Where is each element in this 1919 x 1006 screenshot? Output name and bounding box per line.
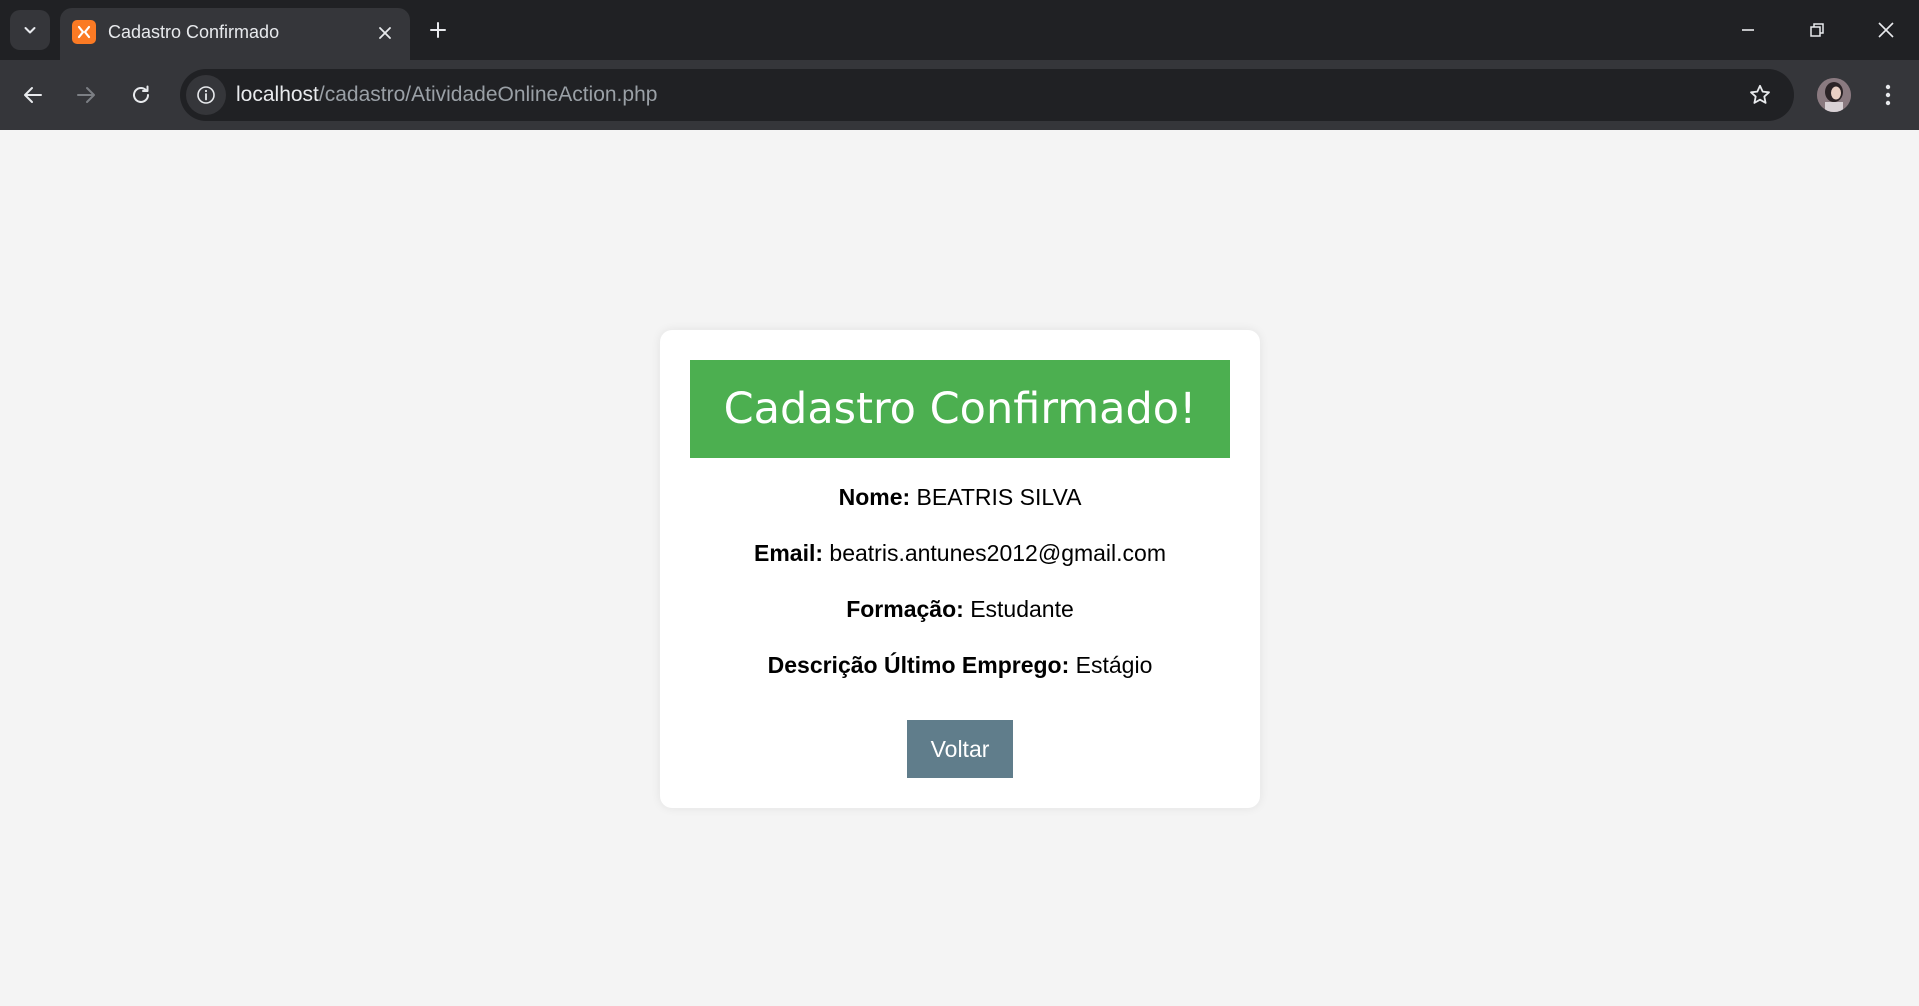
url-host: localhost	[236, 83, 319, 106]
url-path: /cadastro/AtividadeOnlineAction.php	[318, 83, 658, 106]
field-email: Email: beatris.antunes2012@gmail.com	[660, 540, 1260, 567]
field-label: Formação:	[846, 596, 964, 622]
close-icon	[1878, 22, 1894, 38]
restore-button[interactable]	[1797, 10, 1837, 50]
back-button[interactable]	[13, 75, 53, 115]
address-bar[interactable]: localhost/cadastro/AtividadeOnlineAction…	[180, 69, 1794, 121]
browser-toolbar: localhost/cadastro/AtividadeOnlineAction…	[0, 60, 1919, 130]
site-info-button[interactable]	[186, 75, 226, 115]
more-vertical-icon	[1885, 84, 1891, 106]
info-icon	[197, 86, 215, 104]
field-formacao: Formação: Estudante	[660, 596, 1260, 623]
field-ultimo-emprego: Descrição Último Emprego: Estágio	[660, 652, 1260, 679]
close-icon	[379, 27, 391, 39]
url-text[interactable]: localhost/cadastro/AtividadeOnlineAction…	[236, 83, 657, 107]
minimize-button[interactable]	[1728, 10, 1768, 50]
tab-title: Cadastro Confirmado	[108, 22, 280, 42]
close-window-button[interactable]	[1866, 10, 1906, 50]
xampp-favicon-icon	[72, 20, 96, 44]
arrow-right-icon	[77, 87, 95, 103]
page-title: Cadastro Confirmado!	[723, 384, 1197, 434]
field-value: Estágio	[1075, 652, 1153, 678]
field-label: Nome:	[838, 484, 911, 510]
arrow-left-icon	[24, 87, 42, 103]
reload-icon	[133, 85, 149, 103]
field-value: Estudante	[970, 596, 1074, 622]
plus-icon	[430, 22, 446, 38]
field-label: Email:	[753, 540, 824, 566]
restore-icon	[1810, 23, 1824, 37]
bookmark-button[interactable]	[1742, 77, 1778, 113]
profile-avatar[interactable]	[1817, 78, 1851, 112]
confirmation-banner: Cadastro Confirmado!	[690, 360, 1230, 458]
back-button-voltar[interactable]: Voltar	[907, 720, 1013, 778]
browser-menu-button[interactable]	[1868, 75, 1908, 115]
reload-button[interactable]	[121, 75, 161, 115]
star-icon	[1750, 84, 1770, 104]
tab-close-button[interactable]	[372, 20, 398, 46]
forward-button[interactable]	[66, 75, 106, 115]
minimize-icon	[1742, 29, 1754, 31]
field-value: BEATRIS SILVA	[916, 484, 1082, 510]
chevron-down-icon	[24, 27, 36, 34]
active-tab[interactable]: Cadastro Confirmado	[60, 8, 410, 60]
confirmation-card: Cadastro Confirmado! Nome: BEATRIS SILVA…	[660, 330, 1260, 808]
field-value: beatris.antunes2012@gmail.com	[829, 540, 1166, 566]
page-viewport: Cadastro Confirmado! Nome: BEATRIS SILVA…	[0, 130, 1919, 1006]
avatar-photo-icon	[1817, 78, 1851, 112]
tab-strip: Cadastro Confirmado	[0, 0, 1919, 60]
field-nome: Nome: BEATRIS SILVA	[660, 484, 1260, 511]
tab-search-button[interactable]	[10, 10, 50, 50]
new-tab-button[interactable]	[422, 14, 454, 46]
field-label: Descrição Último Emprego:	[767, 652, 1070, 678]
